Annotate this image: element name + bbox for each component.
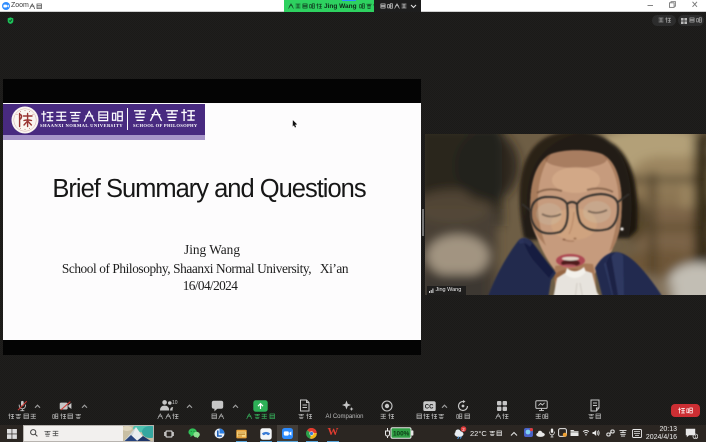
svg-text:CC: CC xyxy=(425,404,434,410)
svg-text:100%: 100% xyxy=(393,431,410,438)
svg-text:10: 10 xyxy=(172,400,178,406)
svg-text:1: 1 xyxy=(694,434,697,439)
